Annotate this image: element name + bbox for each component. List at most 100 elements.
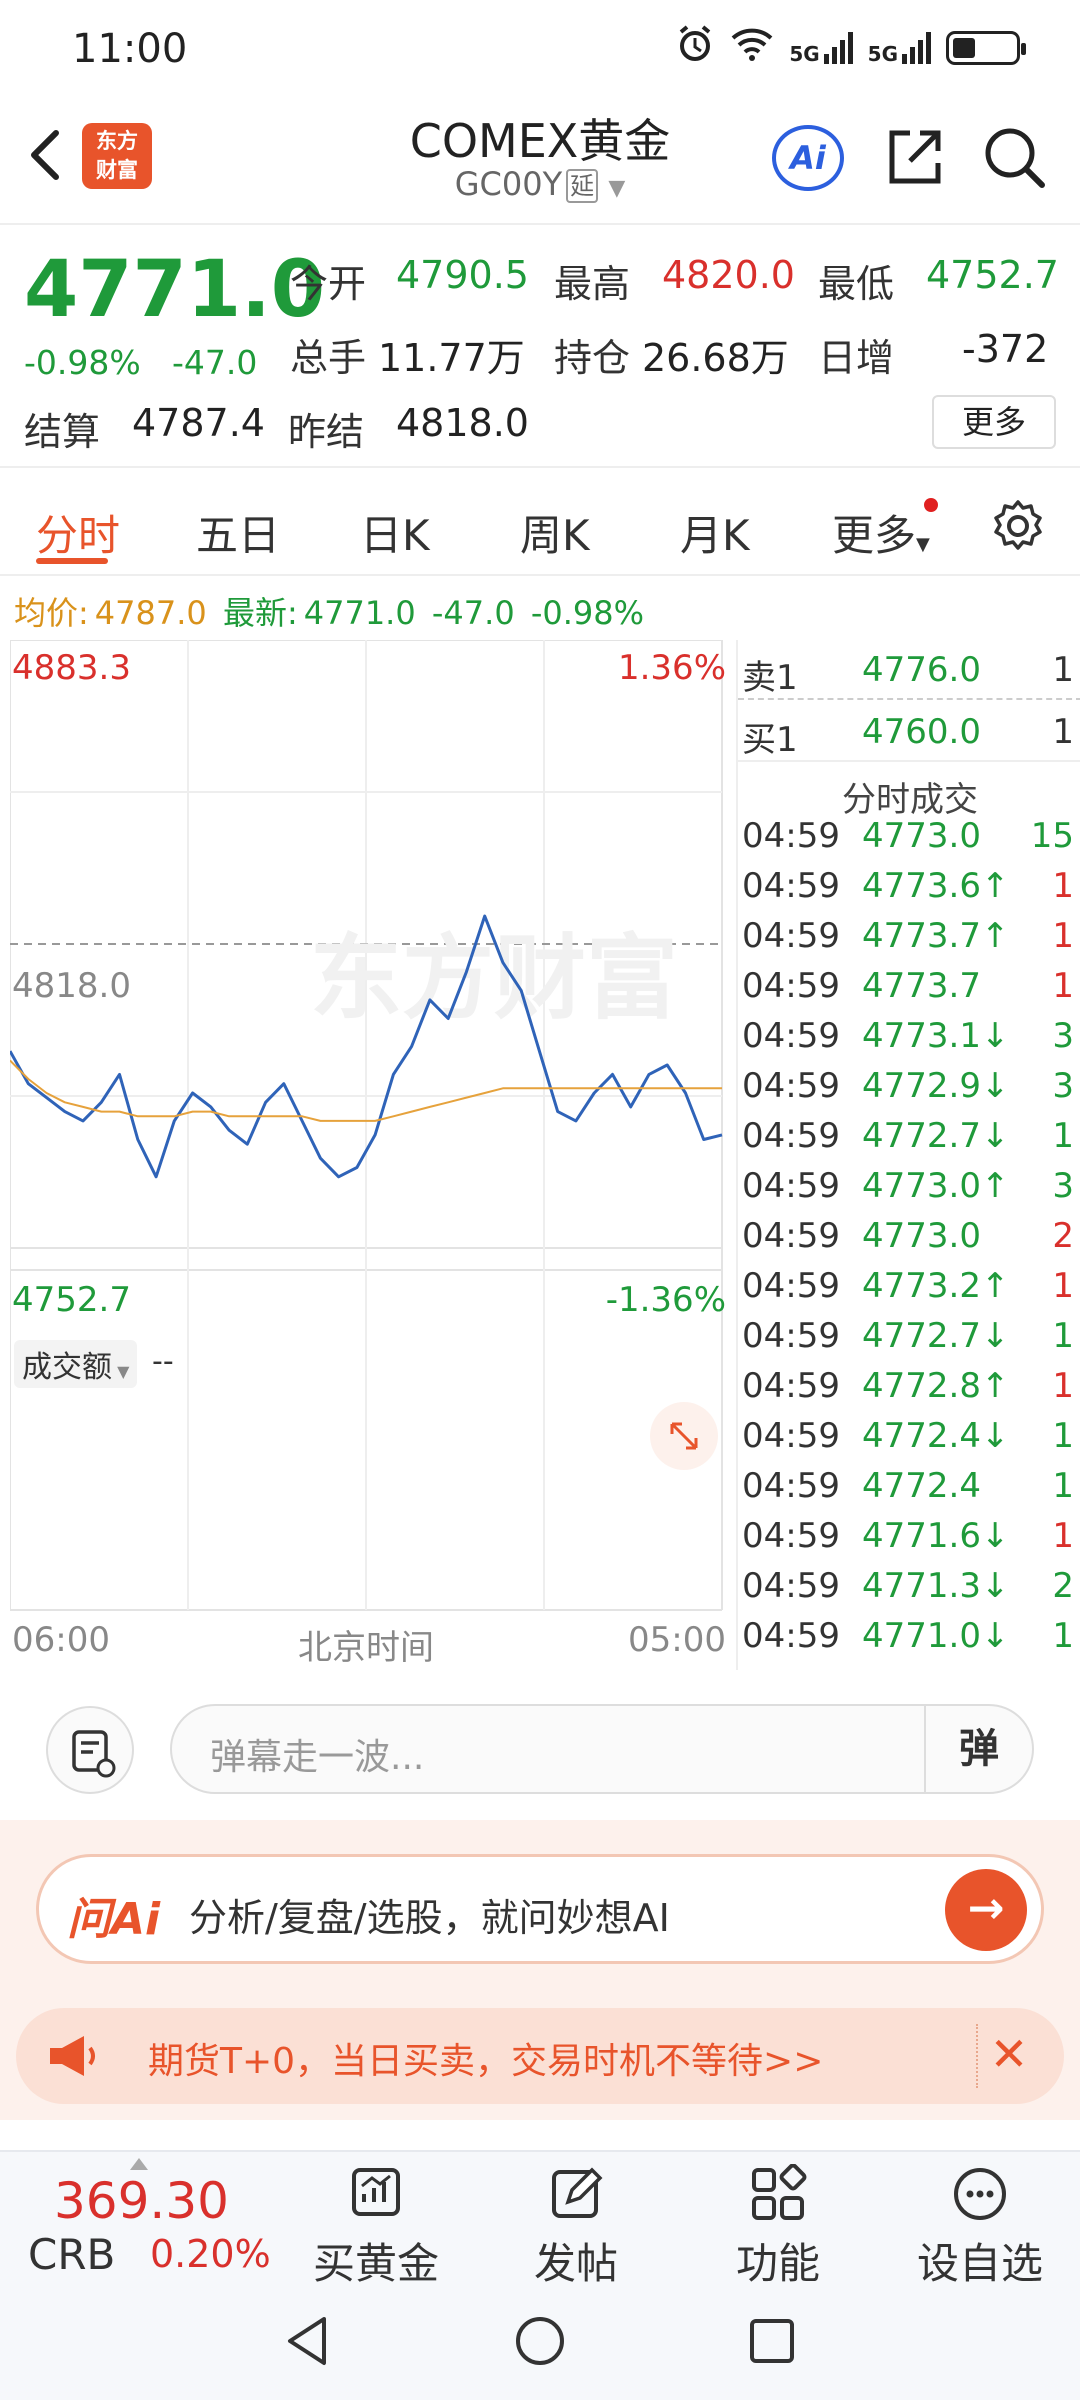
- trade-price: 4773.6↑: [862, 866, 1010, 906]
- nav-back-button[interactable]: [282, 2313, 332, 2373]
- delay-tag: 延: [566, 169, 599, 203]
- chart-settings-button[interactable]: [990, 498, 1046, 558]
- share-button[interactable]: [880, 123, 950, 193]
- nav-back-icon: [288, 2317, 326, 2365]
- avg-value: 4787.0: [94, 594, 207, 632]
- prev-settle-value: 4818.0: [396, 401, 529, 445]
- ai-assistant-entry[interactable]: 问Ai 分析/复盘/选股，就问妙想AI →: [36, 1854, 1044, 1964]
- nav-recents-icon: [750, 2319, 794, 2363]
- oi-value: 26.68万: [642, 336, 789, 380]
- trade-row: 04:59 4772.9↓ 3: [738, 1066, 1080, 1116]
- nav-home-button[interactable]: [512, 2313, 568, 2373]
- trade-price: 4772.8↑: [862, 1366, 1010, 1406]
- trade-time: 04:59: [742, 1216, 840, 1256]
- tab-weekly-k[interactable]: 周K: [520, 502, 590, 563]
- functions-label: 功能: [735, 2239, 820, 2288]
- chart-board-icon: [352, 2168, 400, 2216]
- tab-daily-k[interactable]: 日K: [360, 502, 430, 563]
- ai-assistant-panel: 问Ai 分析/复盘/选股，就问妙想AI →: [0, 1820, 1080, 2000]
- low-value: 4752.7: [926, 253, 1059, 297]
- trade-row: 04:59 4772.4↓ 1: [738, 1416, 1080, 1466]
- low-label: 最低: [818, 262, 895, 306]
- trade-price: 4772.4↓: [862, 1416, 1010, 1456]
- trade-price: 4773.0↑: [862, 1166, 1010, 1206]
- trade-time: 04:59: [742, 1566, 840, 1606]
- trade-volume: 1: [1052, 1266, 1074, 1306]
- danmu-placeholder: 弹幕走一波...: [210, 1737, 425, 1778]
- nav-recents-button[interactable]: [746, 2315, 798, 2371]
- trade-row: 04:59 4773.7↑ 1: [738, 916, 1080, 966]
- app-logo[interactable]: 东方 财富: [82, 123, 152, 189]
- buy-gold-button[interactable]: 买黄金: [296, 2164, 456, 2291]
- settle-value: 4787.4: [132, 401, 265, 445]
- close-icon[interactable]: ✕: [976, 2024, 1040, 2088]
- trade-time: 04:59: [742, 1516, 840, 1556]
- trade-volume: 15: [1030, 816, 1074, 856]
- ai-logo: 问Ai: [67, 1894, 161, 1945]
- trade-volume: 1: [1052, 1316, 1074, 1356]
- chart-canvas: 东方财富: [10, 640, 723, 1611]
- trade-price: 4773.0: [862, 816, 981, 856]
- index-pct[interactable]: 0.20%: [150, 2232, 271, 2276]
- high-label: 最高: [554, 262, 631, 306]
- caret-up-icon: [130, 2158, 148, 2170]
- add-watchlist-button[interactable]: 设自选: [900, 2164, 1060, 2291]
- share-icon: [889, 130, 941, 184]
- back-button[interactable]: [22, 125, 72, 185]
- tab-5day[interactable]: 五日: [196, 502, 280, 563]
- trade-time: 04:59: [742, 866, 840, 906]
- trade-row: 04:59 4773.1↓ 3: [738, 1016, 1080, 1066]
- more-button[interactable]: 更多: [932, 395, 1056, 449]
- contract-code[interactable]: GC00Y 延 ▼: [300, 165, 780, 203]
- y-min-pct: -1.36%: [605, 1280, 726, 1320]
- trade-time: 04:59: [742, 1116, 840, 1156]
- time-start-label: 06:00: [12, 1620, 110, 1660]
- volume-value: --: [152, 1344, 174, 1379]
- tab-more[interactable]: 更多▼: [832, 502, 930, 563]
- trade-volume: 1: [1052, 1516, 1074, 1556]
- trade-time: 04:59: [742, 1466, 840, 1506]
- trade-row: 04:59 4772.8↑ 1: [738, 1366, 1080, 1416]
- index-value[interactable]: 369.30: [54, 2172, 229, 2230]
- signal-5g-icon: 5G: [789, 30, 853, 66]
- y-max-pct: 1.36%: [617, 648, 726, 688]
- header: 东方 财富 COMEX黄金 GC00Y 延 ▼ Ai: [0, 95, 1080, 225]
- trade-time: 04:59: [742, 1366, 840, 1406]
- trade-volume: 1: [1052, 866, 1074, 906]
- post-button[interactable]: 发帖: [496, 2164, 656, 2291]
- tab-more-label: 更多: [832, 511, 917, 560]
- trade-row: 04:59 4773.6↑ 1: [738, 866, 1080, 916]
- functions-button[interactable]: 功能: [698, 2164, 858, 2291]
- ai-button[interactable]: Ai: [772, 125, 844, 191]
- clock: 11:00: [72, 26, 188, 72]
- trade-row: 04:59 4771.0↓ 1: [738, 1616, 1080, 1666]
- bid-row[interactable]: 买1 4760.0 1: [738, 702, 1080, 762]
- tab-intraday[interactable]: 分时: [36, 502, 120, 563]
- trade-time: 04:59: [742, 966, 840, 1006]
- time-center-label: 北京时间: [298, 1628, 434, 1668]
- danmu-input[interactable]: 弹幕走一波... 弹: [170, 1704, 1034, 1794]
- change-pct: -0.98%: [24, 343, 141, 382]
- promo-box[interactable]: 期货T+0，当日买卖，交易时机不等待>> ✕: [16, 2008, 1064, 2104]
- danmu-send-button[interactable]: 弹: [924, 1706, 1032, 1792]
- danmu-settings-button[interactable]: [46, 1706, 134, 1794]
- trade-price: 4772.9↓: [862, 1066, 1010, 1106]
- tab-monthly-k[interactable]: 月K: [680, 502, 750, 563]
- volume-selector[interactable]: 成交额 ▼: [14, 1340, 138, 1388]
- page-title: COMEX黄金: [409, 114, 671, 168]
- search-button[interactable]: [980, 123, 1050, 193]
- ask-row[interactable]: 卖1 4776.0 1: [738, 640, 1080, 700]
- trade-time: 04:59: [742, 1066, 840, 1106]
- ask-label: 卖1: [742, 658, 798, 698]
- trade-volume: 2: [1052, 1566, 1074, 1606]
- index-name[interactable]: CRB: [28, 2230, 115, 2279]
- trade-time: 04:59: [742, 1316, 840, 1356]
- oi-label: 持仓: [554, 336, 631, 380]
- promo-text: 期货T+0，当日买卖，交易时机不等待>>: [148, 2041, 824, 2082]
- arrow-right-icon[interactable]: →: [945, 1869, 1027, 1951]
- expand-button[interactable]: [650, 1402, 718, 1470]
- search-icon: [985, 128, 1045, 188]
- intraday-chart[interactable]: 东方财富 4883.3 1.36% 4818.0 4752.7 -1.36% 成…: [10, 640, 732, 1670]
- nav-home-icon: [516, 2317, 564, 2365]
- post-label: 发帖: [533, 2239, 618, 2288]
